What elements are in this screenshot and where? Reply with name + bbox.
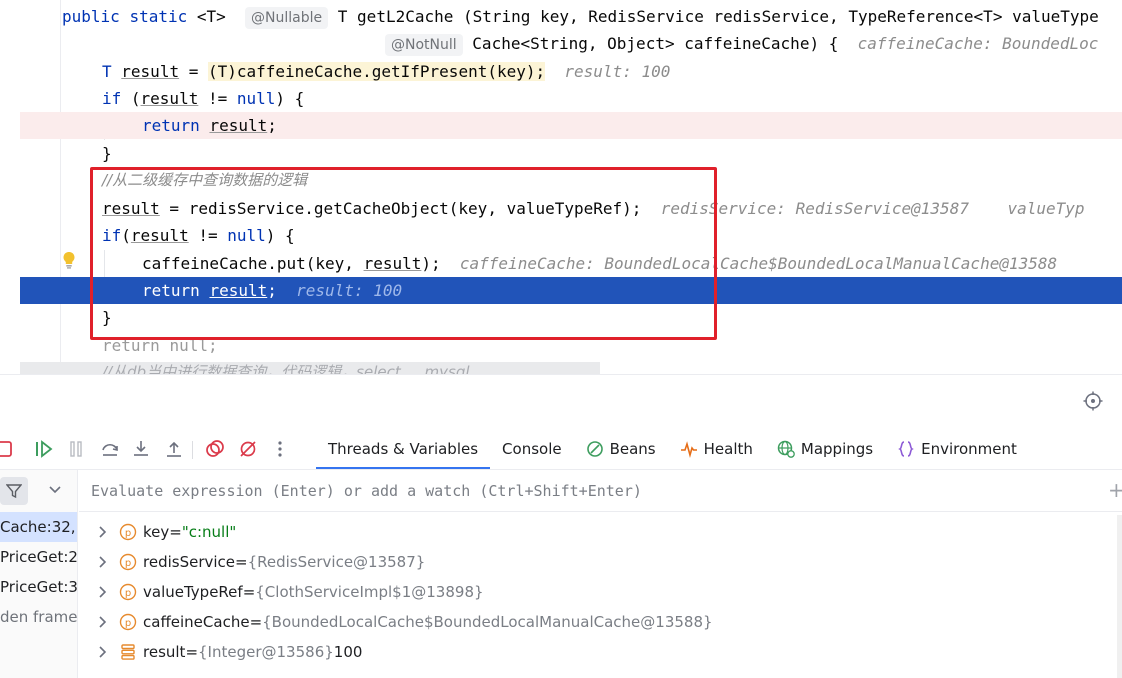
chevron-right-icon[interactable] — [95, 615, 109, 629]
code-line-return-result-l1[interactable]: return result; — [20, 112, 1122, 139]
code-line-close-brace[interactable]: } — [0, 140, 1122, 167]
svg-text:p: p — [125, 588, 131, 599]
lightbulb-icon[interactable] — [62, 251, 76, 269]
step-over-icon — [102, 443, 118, 456]
debug-toolbar: Threads & Variables Console Beans Health… — [0, 431, 1122, 469]
beans-icon — [586, 441, 603, 457]
add-watch-icon[interactable]: + — [1108, 478, 1122, 502]
variable-row-result[interactable]: result = {Integer@13586} 100 — [79, 637, 1122, 667]
step-into-icon — [134, 441, 148, 456]
chevron-right-icon[interactable] — [95, 645, 109, 659]
step-into-button[interactable] — [129, 437, 153, 461]
variable-row-caffeine-cache[interactable]: p caffeineCache = {BoundedLocalCache$Bou… — [79, 607, 1122, 637]
view-breakpoints-button[interactable] — [203, 437, 227, 461]
debug-tabs: Threads & Variables Console Beans Health… — [316, 431, 1029, 469]
chevron-right-icon[interactable] — [95, 555, 109, 569]
parameter-icon: p — [119, 583, 137, 601]
tab-console[interactable]: Console — [490, 431, 574, 467]
stop-icon — [0, 441, 12, 457]
chevron-down-icon[interactable] — [48, 482, 62, 496]
step-out-button[interactable] — [162, 437, 186, 461]
mute-breakpoints-button[interactable] — [236, 437, 260, 461]
resume-button[interactable] — [32, 437, 56, 461]
debug-panel: Threads & Variables Console Beans Health… — [0, 374, 1122, 678]
tab-mappings[interactable]: Mappings — [765, 431, 885, 467]
chevron-right-icon[interactable] — [95, 525, 109, 539]
parameter-icon: p — [119, 523, 137, 541]
vertical-scrollbar[interactable] — [1117, 515, 1122, 678]
evaluate-expression-input[interactable] — [79, 470, 1099, 512]
svg-text:p: p — [125, 558, 131, 569]
filter-frames-button[interactable] — [0, 477, 28, 505]
nullable-annotation-hint: @Nullable — [245, 7, 329, 29]
parameter-icon: p — [119, 553, 137, 571]
crosshair-icon[interactable] — [1083, 391, 1103, 411]
chevron-right-icon[interactable] — [95, 585, 109, 599]
variable-row-key[interactable]: p key = "c:null" — [79, 517, 1122, 547]
highlighted-expression: (T)caffeineCache.getIfPresent(key); — [207, 62, 546, 81]
step-over-button[interactable] — [98, 437, 122, 461]
more-options-button[interactable] — [268, 437, 292, 461]
tab-beans[interactable]: Beans — [574, 431, 668, 467]
stack-frame-item[interactable]: Cache:32, C — [0, 512, 77, 542]
code-line-signature[interactable]: public static <T> @Nullable T getL2Cache… — [0, 3, 1122, 30]
pause-button[interactable] — [64, 437, 88, 461]
code-line-folded-comment: //从db当中进行数据查询，代码逻辑，select ... mysql — [102, 363, 470, 374]
stack-frame-item[interactable]: PriceGet:25 — [0, 542, 77, 572]
code-line-signature-cont[interactable]: @NotNull Cache<String, Object> caffeineC… — [0, 30, 1122, 57]
filter-icon — [6, 484, 22, 499]
more-vertical-icon — [278, 441, 282, 457]
environment-braces-icon — [898, 441, 914, 457]
svg-text:p: p — [125, 618, 131, 629]
evaluate-expression-bar: + — [79, 470, 1122, 512]
health-pulse-icon — [680, 441, 697, 458]
breakpoints-icon — [206, 440, 224, 457]
inline-value-hint: result: 100 — [564, 62, 671, 81]
hidden-frames-item[interactable]: den frame — [0, 602, 77, 632]
inline-value-hint: valueTyp — [1007, 199, 1085, 218]
tab-threads-variables[interactable]: Threads & Variables — [316, 431, 491, 469]
inline-value-hint: caffeineCache: BoundedLoc — [857, 34, 1099, 53]
notnull-annotation-hint: @NotNull — [385, 34, 463, 56]
step-out-icon — [167, 441, 181, 457]
frames-panel: Cache:32, C PriceGet:25 PriceGet:36 den … — [0, 470, 78, 678]
parameter-icon: p — [119, 613, 137, 631]
mute-breakpoints-icon — [240, 441, 256, 457]
resume-icon — [36, 440, 53, 458]
highlight-annotation-box — [90, 167, 717, 340]
pause-icon — [70, 441, 82, 457]
variable-row-redis-service[interactable]: p redisService = {RedisService@13587} — [79, 547, 1122, 577]
local-variable-stack-icon — [121, 644, 135, 660]
code-line-get-if-present[interactable]: T result = (T)caffeineCache.getIfPresent… — [0, 58, 1122, 85]
stack-frame-item[interactable]: PriceGet:36 — [0, 572, 77, 602]
tab-environment[interactable]: Environment — [885, 431, 1029, 467]
variable-row-value-type-ref[interactable]: p valueTypeRef = {ClothServiceImpl$1@138… — [79, 577, 1122, 607]
stop-button[interactable] — [0, 437, 16, 461]
mappings-globe-icon — [777, 440, 795, 458]
tab-health[interactable]: Health — [668, 431, 765, 467]
svg-text:p: p — [125, 528, 131, 539]
code-editor[interactable]: public static <T> @Nullable T getL2Cache… — [0, 0, 1122, 374]
code-line-if-result[interactable]: if (result != null) { — [0, 85, 1122, 112]
toolbar-separator — [192, 441, 193, 459]
